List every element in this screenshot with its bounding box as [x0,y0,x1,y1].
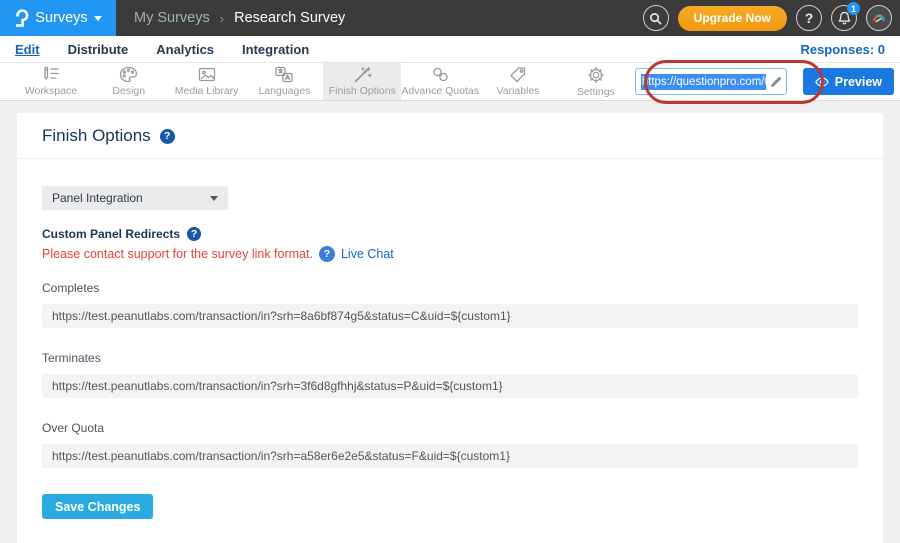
panel-body: Panel Integration Custom Panel Redirects… [17,159,883,543]
toolbar-item-settings[interactable]: Settings [557,63,635,100]
notification-count-badge: 1 [847,2,860,15]
top-header: Surveys My Surveys › Research Survey Upg… [0,0,900,36]
chain-link-icon [431,66,450,83]
toolbar-item-variables[interactable]: Variables [479,63,557,100]
field-label: Terminates [42,351,858,365]
questionpro-logo-icon [14,9,29,28]
tab-integration[interactable]: Integration [242,42,309,57]
tab-distribute[interactable]: Distribute [68,42,129,57]
redirect-field-over-quota: Over Quota https://test.peanutlabs.com/t… [42,421,858,468]
preview-button[interactable]: Preview [803,68,894,95]
magic-wand-icon [353,66,372,83]
survey-url-selected-text: https://questionpro.com/t/A [641,74,766,90]
tab-edit[interactable]: Edit [15,42,40,57]
toolbar-item-media-library[interactable]: Media Library [168,63,246,100]
responses-count: Responses: 0 [800,42,885,57]
survey-url-group: https://questionpro.com/t/A [635,68,787,95]
chevron-down-icon [210,196,218,201]
breadcrumb-separator: › [220,11,224,26]
custom-panel-redirects-help-icon[interactable] [187,227,201,241]
finish-options-panel: Finish Options Panel Integration Custom … [17,113,883,543]
gauge-logo-icon [871,10,887,26]
toolbar-item-finish-options[interactable]: Finish Options [323,63,401,100]
page-background: Finish Options Panel Integration Custom … [0,101,900,543]
redirect-field-terminates: Terminates https://test.peanutlabs.com/t… [42,351,858,398]
over-quota-url-field[interactable]: https://test.peanutlabs.com/transaction/… [42,444,858,468]
search-button[interactable] [643,5,669,31]
survey-url-input[interactable]: https://questionpro.com/t/A [635,68,787,95]
panel-integration-dropdown[interactable]: Panel Integration [42,186,228,210]
terminates-url-field[interactable]: https://test.peanutlabs.com/transaction/… [42,374,858,398]
surveys-menu-label: Surveys [35,10,87,26]
header-actions: Upgrade Now ? 1 [643,0,900,36]
workspace-icon [41,66,61,83]
field-label: Completes [42,281,858,295]
toolbar-item-design[interactable]: Design [90,63,168,100]
support-notice-line: Please contact support for the survey li… [42,246,858,262]
chevron-down-icon [94,16,102,21]
translate-icon [274,66,294,83]
custom-panel-redirects-header: Custom Panel Redirects [42,227,858,241]
section-label: Custom Panel Redirects [42,227,180,241]
breadcrumb: My Surveys › Research Survey [116,0,345,36]
edit-pencil-icon[interactable] [770,76,782,88]
tab-analytics[interactable]: Analytics [156,42,214,57]
toolbar-item-advance-quotas[interactable]: Advance Quotas [401,63,479,100]
gear-icon [587,66,605,84]
survey-subnav: Edit Distribute Analytics Integration Re… [0,36,900,62]
account-avatar[interactable] [866,5,892,31]
palette-icon [119,66,138,83]
field-label: Over Quota [42,421,858,435]
eye-icon [815,77,829,87]
dropdown-selected-value: Panel Integration [52,191,210,205]
save-changes-button[interactable]: Save Changes [42,494,153,519]
breadcrumb-my-surveys[interactable]: My Surveys [134,10,210,26]
breadcrumb-current-survey: Research Survey [234,10,345,26]
toolbar-item-workspace[interactable]: Workspace [12,63,90,100]
finish-options-help-icon[interactable] [160,129,175,144]
search-icon [649,12,662,25]
panel-header: Finish Options [17,113,883,159]
support-notice-text: Please contact support for the survey li… [42,247,313,261]
surveys-menu[interactable]: Surveys [0,0,116,36]
upgrade-now-button[interactable]: Upgrade Now [678,6,787,31]
help-button[interactable]: ? [796,5,822,31]
image-icon [197,67,217,83]
tag-icon [509,66,527,83]
edit-toolbar: Workspace Design Media Library Languages [0,62,900,101]
toolbar-item-languages[interactable]: Languages [246,63,324,100]
redirect-field-completes: Completes https://test.peanutlabs.com/tr… [42,281,858,328]
live-chat-help-icon[interactable] [319,246,335,262]
live-chat-link[interactable]: Live Chat [341,247,394,261]
notifications-button[interactable]: 1 [831,5,857,31]
page-title: Finish Options [42,126,151,146]
completes-url-field[interactable]: https://test.peanutlabs.com/transaction/… [42,304,858,328]
